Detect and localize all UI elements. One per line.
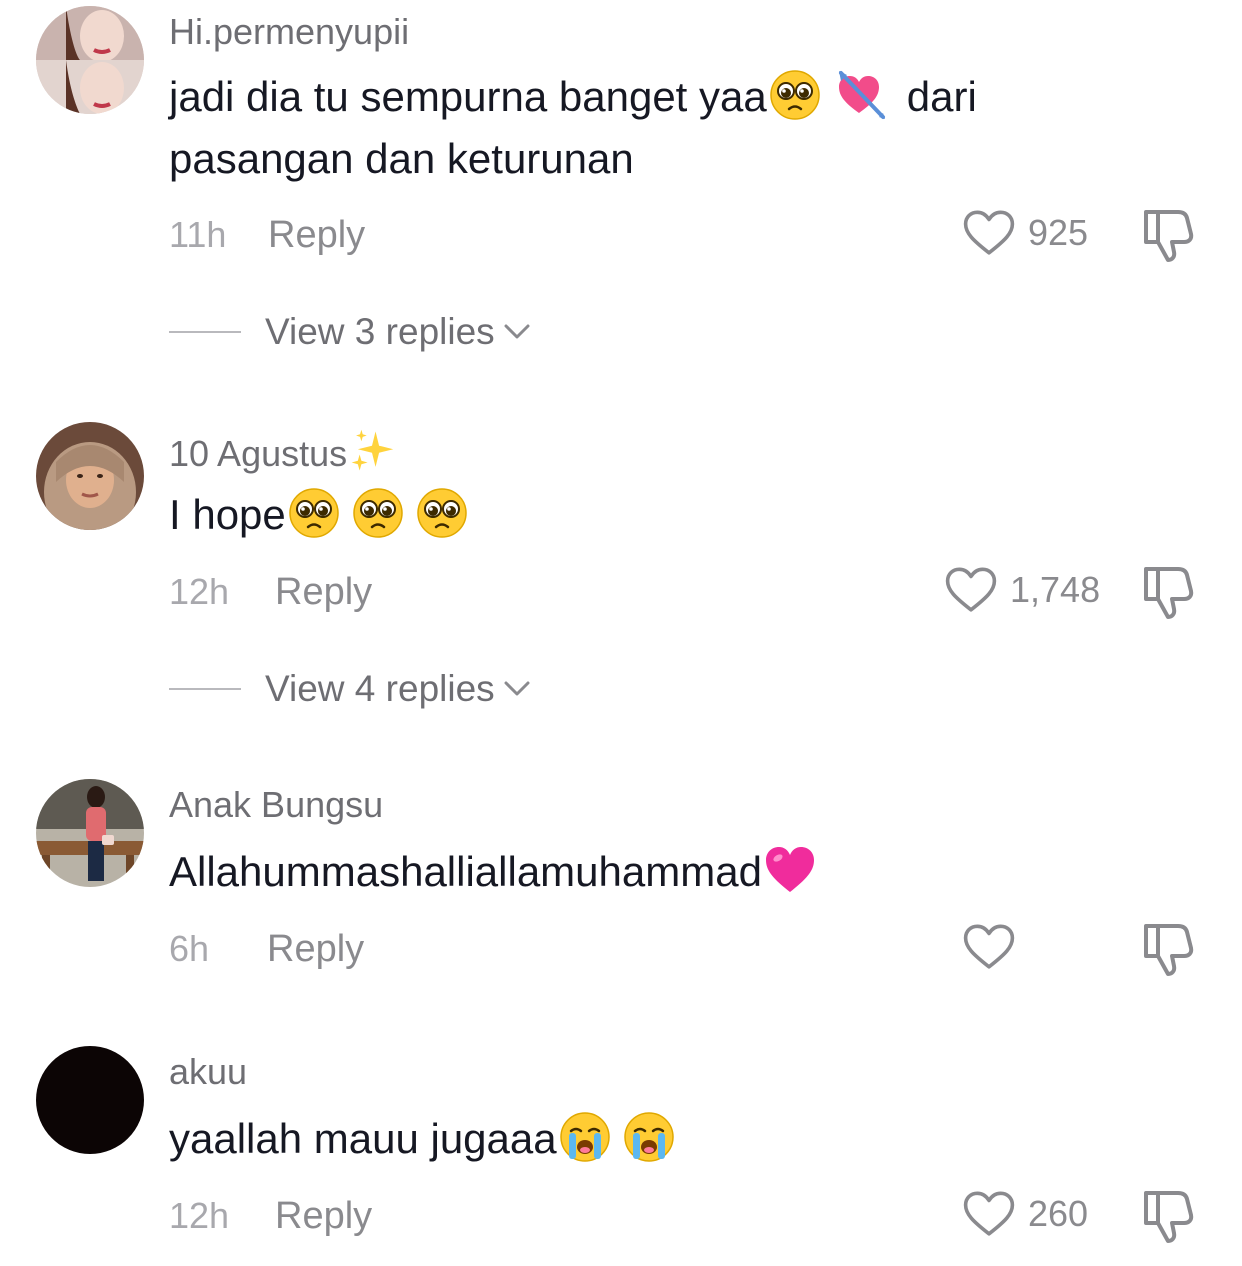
comment-username[interactable]: Hi.permenyupii: [169, 12, 409, 52]
divider: [169, 331, 241, 333]
thumbs-down-icon: [1140, 206, 1196, 262]
pleading-face-emoji-icon: [769, 69, 821, 121]
comment-text: I hope: [169, 484, 1129, 546]
comment-text: yaallah mauu jugaaa: [169, 1108, 1129, 1170]
pleading-face-emoji-icon: [288, 487, 340, 539]
heart-icon: [962, 208, 1016, 258]
view-replies-label: View 4 replies: [265, 668, 495, 709]
comment-username[interactable]: 10 Agustus: [169, 428, 399, 474]
comment-text: Allahummashalliallamuhammad: [169, 841, 1129, 903]
crying-face-emoji-icon: [559, 1111, 611, 1163]
comment-time: 12h: [169, 1195, 230, 1236]
like-button[interactable]: 1,748: [944, 565, 1100, 615]
comment-text-part: Allahummashalliallamuhammad: [169, 848, 762, 895]
thumbs-down-icon: [1140, 563, 1196, 619]
heart-icon: [962, 922, 1016, 972]
chevron-down-icon: [503, 322, 531, 342]
dislike-button[interactable]: [1140, 1187, 1196, 1248]
like-count: 1,748: [1010, 569, 1101, 610]
like-count: 925: [1028, 212, 1089, 253]
comment-text-part: yaallah mauu jugaaa: [169, 1115, 557, 1162]
dislike-button[interactable]: [1140, 206, 1196, 267]
pleading-face-emoji-icon: [352, 487, 404, 539]
avatar[interactable]: [36, 422, 144, 530]
dislike-button[interactable]: [1140, 920, 1196, 981]
view-replies-label: View 3 replies: [265, 311, 495, 352]
like-button[interactable]: 925: [962, 208, 1088, 258]
heart-icon: [944, 565, 998, 615]
reply-button[interactable]: Reply: [275, 1196, 372, 1236]
comment-time: 6h: [169, 928, 210, 969]
comment-time: 12h: [169, 571, 230, 612]
reply-button[interactable]: Reply: [275, 572, 372, 612]
chevron-down-icon: [503, 679, 531, 699]
thumbs-down-icon: [1140, 920, 1196, 976]
sparkles-emoji-icon: [349, 428, 395, 474]
username-label: 10 Agustus: [169, 433, 348, 474]
view-replies-button[interactable]: View 3 replies: [169, 312, 531, 352]
comment-username[interactable]: akuu: [169, 1052, 247, 1092]
crying-face-emoji-icon: [623, 1111, 675, 1163]
reply-button[interactable]: Reply: [267, 929, 364, 969]
comment-text-part: dari: [906, 73, 977, 120]
avatar[interactable]: [36, 1046, 144, 1154]
pink-heart-emoji-icon: [764, 844, 816, 896]
like-button[interactable]: [962, 922, 1028, 972]
divider: [169, 688, 241, 690]
comment-username[interactable]: Anak Bungsu: [169, 785, 383, 825]
like-count: 260: [1028, 1193, 1089, 1234]
reply-button[interactable]: Reply: [268, 215, 365, 255]
heart-with-arrow-emoji-icon: [835, 69, 887, 121]
comment-text-part: jadi dia tu sempurna banget yaa: [169, 73, 767, 120]
heart-icon: [962, 1189, 1016, 1239]
comment-time: 11h: [169, 214, 227, 255]
comment-text: jadi dia tu sempurna banget yaa dari pasa…: [169, 66, 1129, 190]
comment-text-part: I hope: [169, 491, 286, 538]
view-replies-button[interactable]: View 4 replies: [169, 669, 531, 709]
thumbs-down-icon: [1140, 1187, 1196, 1243]
avatar[interactable]: [36, 6, 144, 114]
avatar[interactable]: [36, 779, 144, 887]
like-button[interactable]: 260: [962, 1189, 1088, 1239]
comment-text-part: pasangan dan keturunan: [169, 135, 634, 182]
pleading-face-emoji-icon: [416, 487, 468, 539]
dislike-button[interactable]: [1140, 563, 1196, 624]
